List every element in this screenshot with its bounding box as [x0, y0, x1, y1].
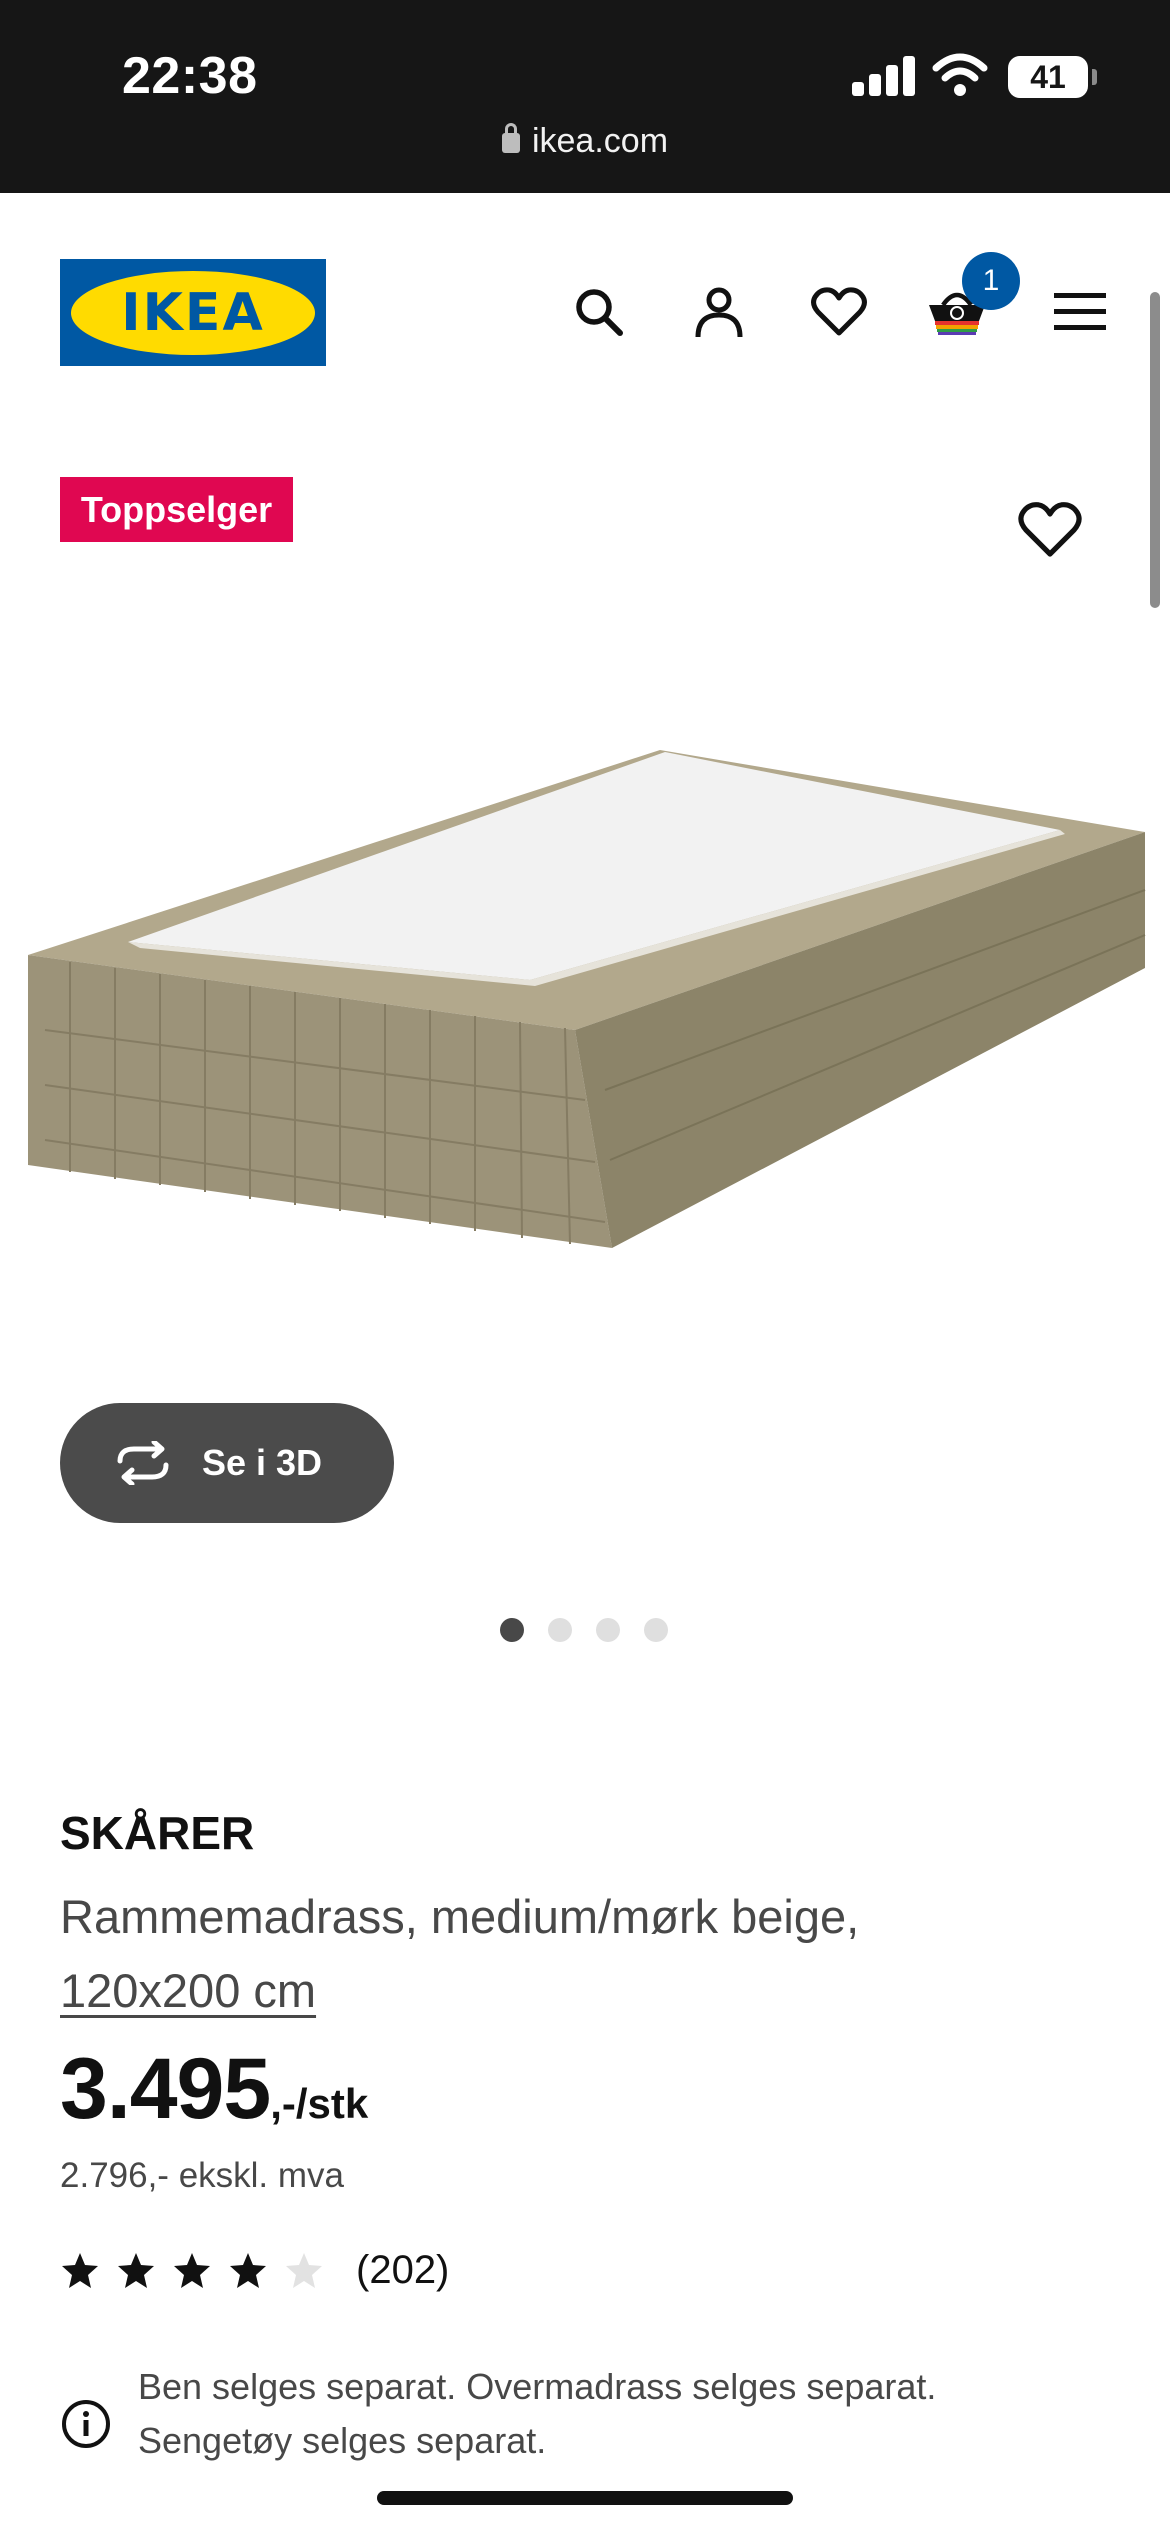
carousel-dot[interactable]	[644, 1618, 668, 1642]
rotate-3d-icon	[117, 1441, 169, 1485]
product-price: 3.495,-/stk	[60, 2040, 368, 2139]
cart-count-badge: 1	[962, 252, 1020, 310]
rating-stars	[60, 2251, 340, 2291]
star-filled-icon	[174, 2252, 210, 2288]
menu-icon[interactable]	[1050, 282, 1110, 342]
view-3d-button[interactable]: Se i 3D	[60, 1403, 394, 1523]
url-bar[interactable]: ikea.com	[0, 122, 1170, 161]
notice-text: Ben selges separat. Overmadrass selges s…	[138, 2360, 1118, 2468]
scrollbar[interactable]	[1150, 292, 1160, 608]
favourite-heart-icon[interactable]	[1018, 500, 1082, 564]
product-description: Rammemadrass, medium/mørk beige, 120x200…	[60, 1880, 1120, 2028]
carousel-dot[interactable]	[500, 1618, 524, 1642]
star-filled-icon	[62, 2252, 98, 2288]
rating-count: (202)	[356, 2248, 450, 2292]
signal-icon	[852, 56, 916, 96]
bestseller-badge: Toppselger	[60, 477, 293, 542]
wifi-icon	[932, 53, 988, 96]
product-name: SKÅRER	[60, 1807, 255, 1859]
carousel-dot[interactable]	[596, 1618, 620, 1642]
status-bar: 22:38 41 ikea.com	[0, 0, 1170, 193]
price-main: 3.495	[60, 2041, 271, 2137]
product-image[interactable]	[0, 730, 1170, 1270]
image-carousel-dots	[500, 1618, 668, 1642]
star-filled-icon	[230, 2252, 266, 2288]
carousel-dot[interactable]	[548, 1618, 572, 1642]
price-excluding-vat: 2.796,- ekskl. mva	[60, 2156, 344, 2195]
status-time: 22:38	[122, 47, 258, 105]
notice-line-1: Ben selges separat. Overmadrass selges s…	[138, 2366, 937, 2407]
star-empty-icon	[286, 2252, 322, 2288]
user-icon[interactable]	[689, 282, 749, 342]
star-filled-icon	[118, 2252, 154, 2288]
home-indicator	[377, 2491, 793, 2505]
ikea-logo[interactable]: IKEA	[60, 259, 326, 366]
view-3d-label: Se i 3D	[202, 1442, 323, 1483]
product-size-link[interactable]: 120x200 cm	[60, 1964, 316, 2017]
url-text: ikea.com	[531, 122, 669, 160]
notice-line-2: Sengetøy selges separat.	[138, 2420, 547, 2461]
product-description-text: Rammemadrass, medium/mørk beige,	[60, 1890, 860, 1943]
lock-icon	[501, 123, 520, 153]
battery-indicator: 41	[1008, 56, 1097, 98]
info-icon	[62, 2400, 110, 2448]
search-icon[interactable]	[569, 282, 629, 342]
product-rating[interactable]: (202)	[60, 2248, 449, 2293]
heart-icon[interactable]	[809, 282, 869, 342]
price-suffix: ,-/stk	[270, 2080, 369, 2127]
logo-text: IKEA	[121, 282, 265, 343]
